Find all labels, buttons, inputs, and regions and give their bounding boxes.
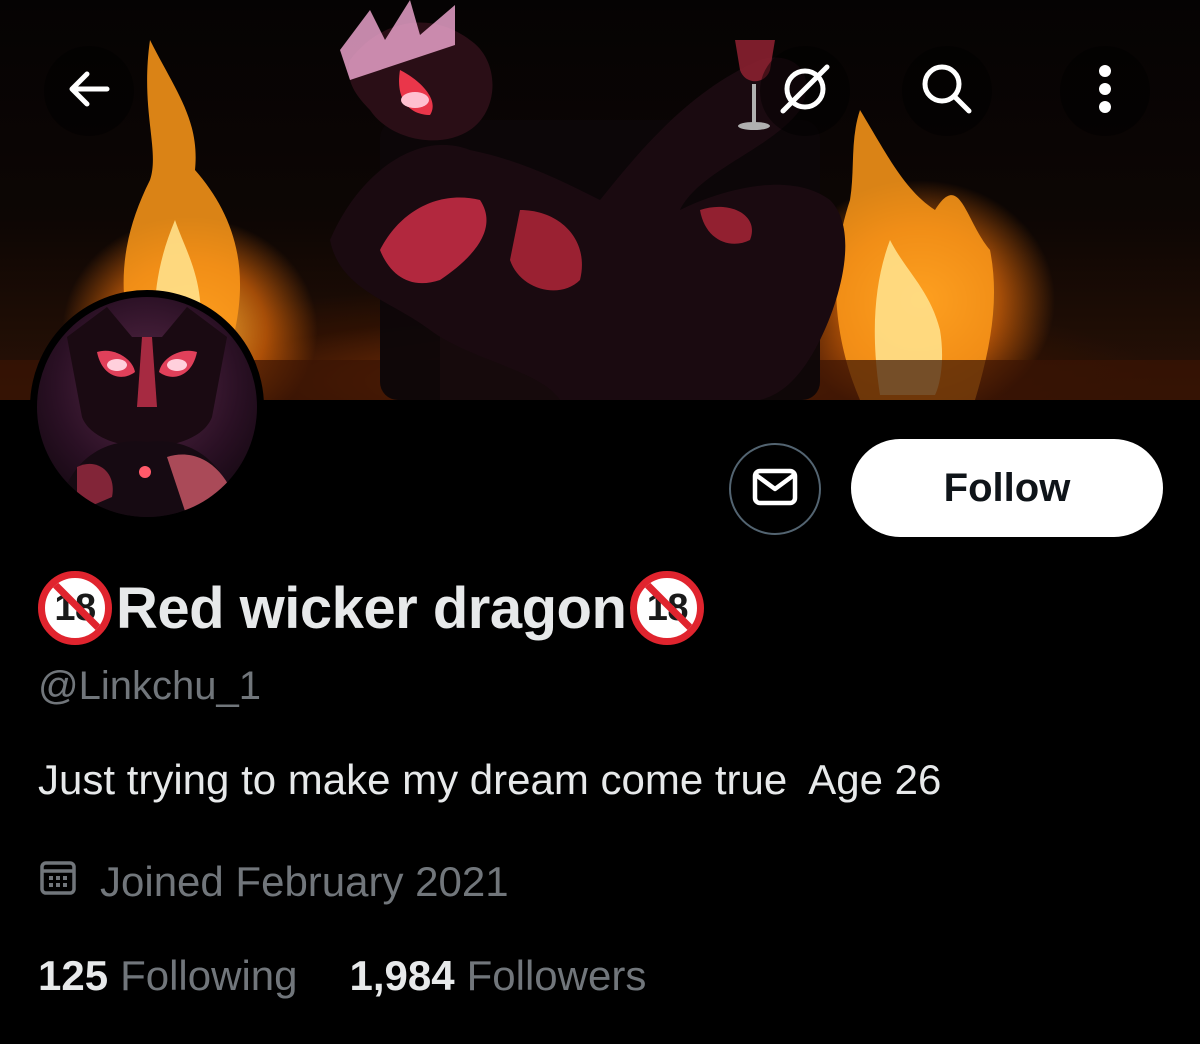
display-name-text: Red wicker dragon bbox=[116, 575, 627, 641]
envelope-icon bbox=[750, 462, 800, 517]
grok-button[interactable] bbox=[760, 46, 850, 136]
join-date: Joined February 2021 bbox=[38, 856, 509, 908]
more-button[interactable] bbox=[1060, 46, 1150, 136]
following-link[interactable]: 125 Following bbox=[38, 952, 298, 1000]
back-arrow-icon bbox=[61, 61, 117, 122]
message-button[interactable] bbox=[729, 443, 821, 535]
profile-bio: Just trying to make my dream come true A… bbox=[38, 756, 942, 803]
calendar-icon bbox=[38, 857, 78, 907]
avatar-image bbox=[37, 297, 257, 517]
followers-label: Followers bbox=[466, 952, 647, 999]
no-under-18-icon: 18 bbox=[630, 571, 705, 645]
followers-link[interactable]: 1,984 Followers bbox=[350, 952, 647, 1000]
back-button[interactable] bbox=[44, 46, 134, 136]
no-under-18-icon: 18 bbox=[38, 571, 112, 645]
follow-button[interactable]: Follow bbox=[851, 439, 1163, 537]
search-button[interactable] bbox=[902, 46, 992, 136]
search-icon bbox=[917, 59, 977, 124]
following-count: 125 bbox=[38, 952, 109, 999]
join-date-text: Joined February 2021 bbox=[100, 858, 509, 905]
profile-page: Follow 18 Red wicker dragon 18 @Linkchu_… bbox=[0, 0, 1200, 1044]
display-name: 18 Red wicker dragon 18 bbox=[38, 568, 705, 648]
avatar[interactable] bbox=[30, 290, 264, 524]
grok-icon bbox=[775, 59, 835, 124]
username-handle: @Linkchu_1 bbox=[38, 664, 261, 708]
more-vertical-icon bbox=[1095, 59, 1115, 124]
followers-count: 1,984 bbox=[349, 952, 455, 999]
follow-stats: 125 Following 1,984 Followers bbox=[38, 952, 698, 1000]
following-label: Following bbox=[120, 952, 298, 999]
